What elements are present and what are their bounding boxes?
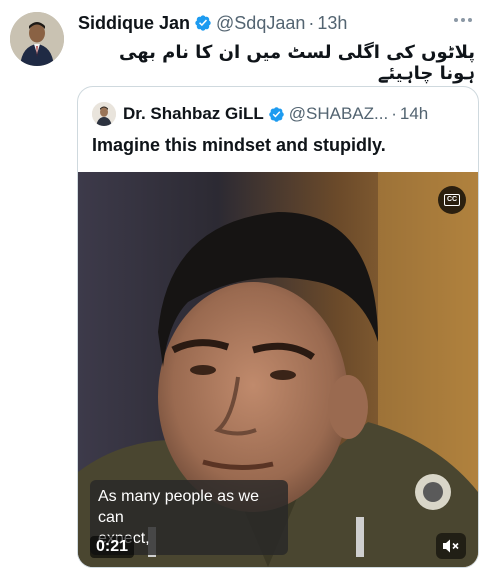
quoted-tweet-text: Imagine this mindset and stupidly. <box>92 135 386 155</box>
video-player[interactable]: CC As many people as we can expect, 0:21 <box>78 172 478 567</box>
separator-dot: · <box>308 12 315 33</box>
quoted-tweet-time[interactable]: 14h <box>400 104 428 124</box>
tweet-header: Siddique Jan @SdqJaan · 13h <box>78 10 473 36</box>
quoted-author-handle[interactable]: @SHABAZ... <box>289 104 388 124</box>
author-name[interactable]: Siddique Jan <box>78 13 190 34</box>
author-handle[interactable]: @SdqJaan <box>216 13 305 34</box>
quoted-author-name[interactable]: Dr. Shahbaz GiLL <box>123 104 264 124</box>
tweet-text: پلاٹوں کی اگلی لسٹ میں ان کا نام بھی ہون… <box>119 42 475 84</box>
separator-dot: · <box>391 104 397 123</box>
tweet-time[interactable]: 13h <box>317 13 347 34</box>
verified-badge-icon <box>268 106 284 122</box>
video-timestamp: 0:21 <box>90 536 135 558</box>
caption-line-1: As many people as we can <box>98 488 259 526</box>
more-dots-icon[interactable] <box>451 10 475 30</box>
closed-captions-icon[interactable]: CC <box>438 186 466 214</box>
quoted-author-avatar[interactable] <box>92 102 116 126</box>
quoted-tweet-card[interactable]: Dr. Shahbaz GiLL @SHABAZ... · 14h Imagin… <box>77 86 479 568</box>
muted-speaker-icon[interactable] <box>436 533 466 559</box>
quoted-tweet-header: Dr. Shahbaz GiLL @SHABAZ... · 14h <box>92 101 468 127</box>
author-avatar[interactable] <box>10 12 64 66</box>
verified-badge-icon <box>195 15 211 31</box>
